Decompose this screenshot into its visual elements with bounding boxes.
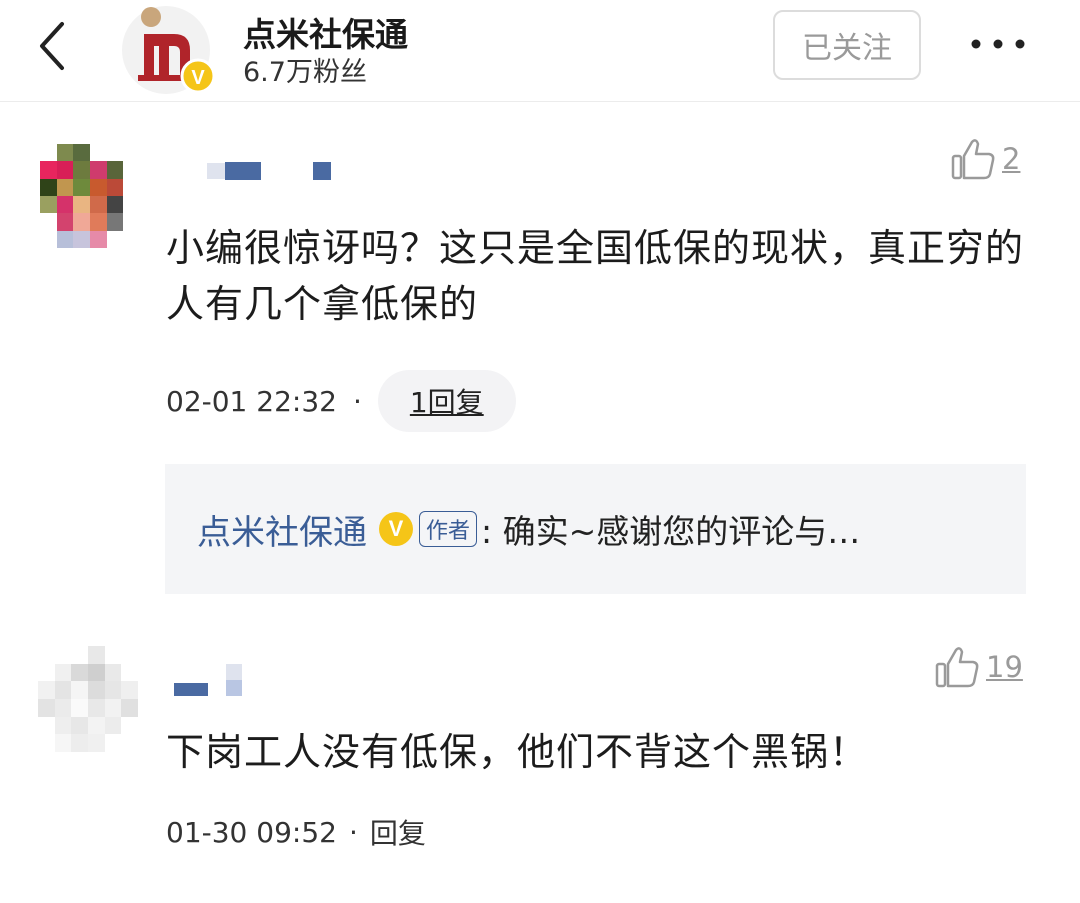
username-redacted[interactable]	[207, 162, 337, 180]
like-count: 19	[986, 650, 1023, 684]
comment-text: 小编很惊讶吗？这只是全国低保的现状，真正穷的人有几个拿低保的	[166, 226, 1025, 326]
more-icon[interactable]	[968, 34, 1028, 54]
channel-name[interactable]: 点米社保通	[243, 8, 408, 56]
like-count: 2	[1002, 142, 1021, 176]
username-redacted[interactable]	[174, 664, 254, 696]
verified-badge-icon: V	[379, 512, 413, 546]
meta-separator: ·	[348, 815, 358, 849]
thumbs-up-icon	[934, 644, 980, 690]
like-button[interactable]: 2	[950, 136, 1020, 182]
reply-count-button[interactable]: 1回复	[377, 370, 516, 432]
reply-text: : 确实~感谢您的评论与…	[481, 512, 861, 551]
comment-text: 下岗工人没有低保，他们不背这个黑锅！	[166, 730, 869, 774]
follow-button[interactable]: 已关注	[773, 10, 921, 80]
comment-meta: 01-30 09:52 · 回复	[166, 812, 426, 852]
meta-separator: ·	[352, 384, 362, 418]
header-divider	[0, 101, 1080, 102]
svg-text:V: V	[191, 67, 205, 89]
reply-button[interactable]: 回复	[370, 812, 426, 852]
comment-meta: 02-01 22:32 · 1回复	[166, 370, 516, 432]
fans-count: 6.7万粉丝	[243, 57, 367, 88]
reply-preview[interactable]: 点米社保通 V 作者 : 确实~感谢您的评论与…	[165, 464, 1026, 594]
author-tag: 作者	[419, 511, 478, 547]
like-button[interactable]: 19	[934, 644, 1023, 690]
reply-author[interactable]: 点米社保通	[197, 505, 367, 554]
channel-avatar[interactable]: V	[120, 4, 216, 96]
back-icon[interactable]	[30, 20, 74, 72]
comment-time: 02-01 22:32	[166, 384, 337, 418]
commenter-avatar[interactable]	[38, 646, 138, 752]
commenter-avatar[interactable]	[40, 144, 140, 248]
thumbs-up-icon	[950, 136, 996, 182]
comment-time: 01-30 09:52	[166, 815, 337, 849]
